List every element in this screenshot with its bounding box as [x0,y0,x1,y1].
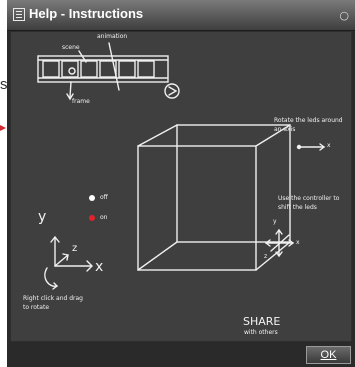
label-led-on: on [100,214,108,221]
axis-gizmo-icon [44,235,93,290]
label-frame: frame [72,98,90,105]
label-controller: Use the controller to shift the leds [278,195,340,211]
controller-arrows-icon [264,228,295,258]
pin-icon[interactable]: ○ [339,9,349,22]
play-icon [164,83,180,99]
label-rotate-x: x [327,142,331,149]
label-share-sub: with others [244,329,278,336]
document-icon [13,8,25,21]
label-rightclick: Right click and drag to rotate [23,295,83,311]
background-arrow [0,116,6,131]
label-controller-z: z [264,253,268,260]
help-dialog: Help - Instructions ○ animation scene fr… [7,0,355,367]
label-animation: animation [97,33,128,40]
window-title: Help - Instructions [29,6,144,21]
led-off-dot [89,195,95,201]
led-cube-wireframe [137,124,291,271]
label-share: SHARE [243,315,281,328]
chalkboard: animation scene frame Rotate the leds ar… [10,31,352,342]
label-scene: scene [62,44,80,51]
led-on-dot [89,215,95,221]
ok-button[interactable]: OK [306,346,351,364]
label-controller-x: x [296,239,300,246]
label-controller-y: y [273,218,277,225]
title-bar[interactable]: Help - Instructions ○ [7,0,355,31]
label-axis-x: x [95,259,104,275]
label-rotate: Rotate the leds around an axis [274,117,343,133]
label-led-off: off [100,194,108,201]
rotate-axis-arrow-icon [296,143,326,151]
label-axis-z: z [72,243,78,254]
label-axis-y: y [38,209,47,225]
film-strip-icon [37,55,169,83]
